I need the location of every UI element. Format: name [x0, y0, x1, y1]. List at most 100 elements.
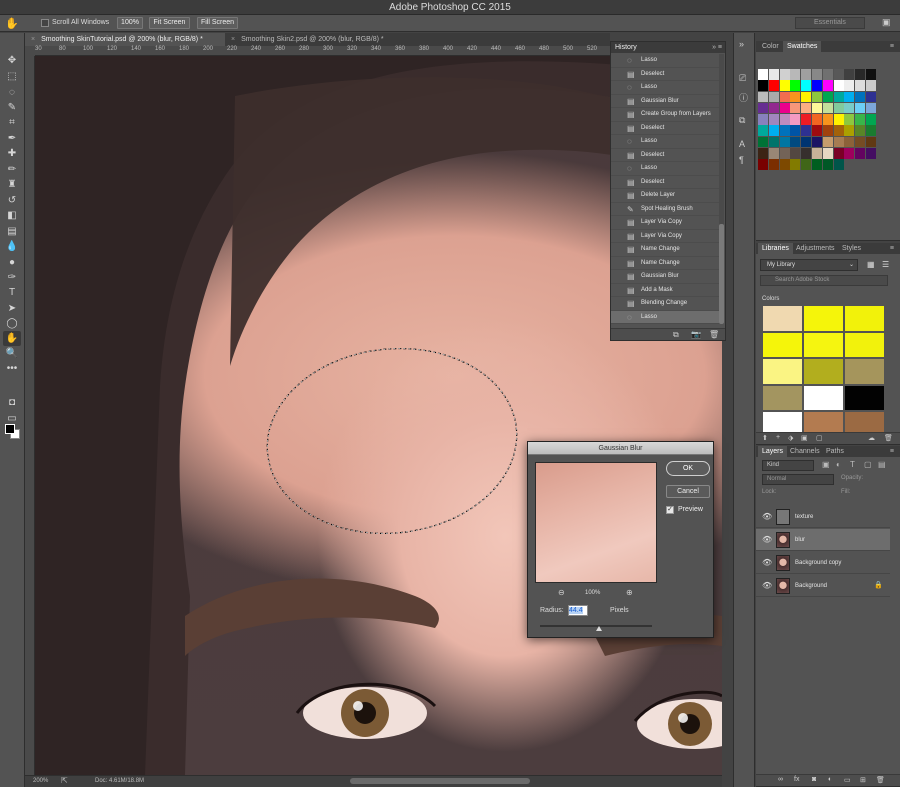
- layer-row[interactable]: 👁 texture: [756, 506, 890, 528]
- panel-menu-icon[interactable]: ≡: [886, 446, 898, 457]
- stock-search-input[interactable]: Search Adobe Stock: [760, 275, 888, 286]
- color-swatch[interactable]: [801, 80, 812, 91]
- eyedropper-tool-icon[interactable]: ✒: [3, 131, 21, 146]
- color-swatch[interactable]: [844, 69, 855, 80]
- layer-row[interactable]: 👁 blur: [756, 529, 890, 551]
- type-filter-icon[interactable]: T: [850, 460, 855, 469]
- color-swatch[interactable]: [865, 91, 876, 103]
- export-icon[interactable]: ⇱: [61, 776, 68, 785]
- history-item[interactable]: ▤ Deselect: [611, 176, 719, 189]
- workspace-search[interactable]: Essentials: [795, 17, 865, 29]
- color-swatch[interactable]: [811, 136, 822, 148]
- color-swatch[interactable]: [822, 136, 833, 148]
- pen-tool-icon[interactable]: ✑: [3, 270, 21, 285]
- color-swatch[interactable]: [768, 159, 779, 170]
- move-tool-icon[interactable]: ✥: [3, 53, 21, 68]
- color-swatch[interactable]: [758, 102, 768, 114]
- path-select-tool-icon[interactable]: ➤: [3, 301, 21, 316]
- cloud-sync-icon[interactable]: ☁: [868, 434, 875, 442]
- horizontal-scrollbar[interactable]: [350, 778, 530, 784]
- color-swatch[interactable]: [779, 102, 790, 114]
- color-swatch[interactable]: [822, 80, 833, 91]
- fit-screen-button[interactable]: Fit Screen: [149, 17, 190, 29]
- library-color-chip[interactable]: [763, 332, 802, 357]
- history-item[interactable]: ◌ Lasso: [611, 81, 719, 95]
- zoom-100-button[interactable]: 100%: [117, 17, 143, 29]
- history-panel-icon[interactable]: ⎚: [739, 73, 746, 84]
- shape-filter-icon[interactable]: ▢: [864, 460, 872, 469]
- color-swatch[interactable]: [833, 69, 844, 80]
- link-icon[interactable]: ∞: [778, 776, 783, 783]
- color-swatch[interactable]: [790, 159, 801, 170]
- new-document-from-state-icon[interactable]: ⧉: [673, 330, 679, 340]
- color-swatch[interactable]: [844, 148, 855, 159]
- collapse-icon[interactable]: »: [739, 39, 744, 49]
- history-item[interactable]: ✎ Spot Healing Brush: [611, 203, 719, 216]
- list-view-icon[interactable]: ☰: [882, 260, 889, 269]
- radius-input[interactable]: 44.4: [568, 605, 588, 616]
- color-swatch[interactable]: [855, 125, 866, 136]
- color-swatch[interactable]: [833, 159, 844, 170]
- color-swatch[interactable]: [758, 148, 768, 159]
- color-swatch[interactable]: [811, 80, 822, 91]
- smart-filter-icon[interactable]: ▤: [878, 460, 886, 469]
- history-item[interactable]: ▤ Deselect: [611, 68, 719, 81]
- color-swatch[interactable]: [768, 114, 779, 125]
- shape-tool-icon[interactable]: ◯: [3, 316, 21, 331]
- tab-libraries[interactable]: Libraries: [758, 243, 793, 254]
- color-swatch[interactable]: [865, 125, 876, 136]
- panel-menu-icon[interactable]: ≡: [886, 41, 898, 52]
- color-swatch[interactable]: [865, 136, 876, 148]
- library-color-chip[interactable]: [763, 306, 802, 331]
- color-swatch[interactable]: [779, 69, 790, 80]
- color-swatch[interactable]: [811, 102, 822, 114]
- color-swatch[interactable]: [779, 114, 790, 125]
- eye-icon[interactable]: 👁: [762, 529, 772, 551]
- color-swatch[interactable]: [758, 136, 768, 148]
- color-swatch[interactable]: [801, 125, 812, 136]
- color-swatch[interactable]: [811, 159, 822, 170]
- color-swatch[interactable]: [790, 80, 801, 91]
- color-swatch[interactable]: [801, 148, 812, 159]
- add-character-style-icon[interactable]: ▢: [816, 434, 823, 442]
- color-swatch[interactable]: [758, 159, 768, 170]
- color-swatch[interactable]: [811, 69, 822, 80]
- fill-label[interactable]: Fill:: [841, 489, 850, 495]
- history-item[interactable]: ▤ Gaussian Blur: [611, 270, 719, 284]
- zoom-in-icon[interactable]: ⊕: [626, 588, 633, 597]
- add-content-icon[interactable]: +: [776, 434, 780, 441]
- trash-icon[interactable]: 🗑: [876, 776, 885, 784]
- library-color-chip[interactable]: [763, 385, 802, 410]
- color-swatch[interactable]: [865, 114, 876, 125]
- history-item[interactable]: ◌ Lasso: [611, 54, 719, 68]
- color-swatch[interactable]: [865, 148, 876, 159]
- layer-row[interactable]: 👁 Background copy: [756, 552, 890, 574]
- library-color-chip[interactable]: [763, 359, 802, 384]
- color-swatch[interactable]: [790, 136, 801, 148]
- tab-adjustments[interactable]: Adjustments: [792, 243, 839, 254]
- character-icon[interactable]: A: [739, 139, 745, 149]
- zoom-out-icon[interactable]: ⊖: [558, 588, 565, 597]
- color-swatch[interactable]: [801, 69, 812, 80]
- color-swatch[interactable]: [758, 125, 768, 136]
- color-swatch[interactable]: [833, 148, 844, 159]
- history-item[interactable]: ◌ Lasso: [611, 135, 719, 149]
- color-swatch[interactable]: [779, 125, 790, 136]
- color-swatch[interactable]: [768, 69, 779, 80]
- color-swatch[interactable]: [801, 91, 812, 103]
- cancel-button[interactable]: Cancel: [666, 485, 710, 498]
- pixel-filter-icon[interactable]: ▣: [822, 460, 830, 469]
- type-tool-icon[interactable]: T: [3, 285, 21, 300]
- foreground-color-swatch[interactable]: [5, 424, 15, 434]
- radius-slider-thumb[interactable]: [596, 626, 602, 631]
- color-swatch[interactable]: [855, 114, 866, 125]
- tab-swatches[interactable]: Swatches: [783, 41, 822, 52]
- color-swatch[interactable]: [790, 125, 801, 136]
- color-swatch[interactable]: [865, 80, 876, 91]
- color-swatch[interactable]: [833, 125, 844, 136]
- color-swatch[interactable]: [758, 91, 768, 103]
- lock-icon[interactable]: 🔒: [874, 575, 883, 597]
- more-tools-icon[interactable]: •••: [3, 361, 21, 376]
- color-swatch[interactable]: [855, 148, 866, 159]
- doc-tab-1[interactable]: × Smoothing SkinTutorial.psd @ 200% (blur…: [25, 33, 225, 46]
